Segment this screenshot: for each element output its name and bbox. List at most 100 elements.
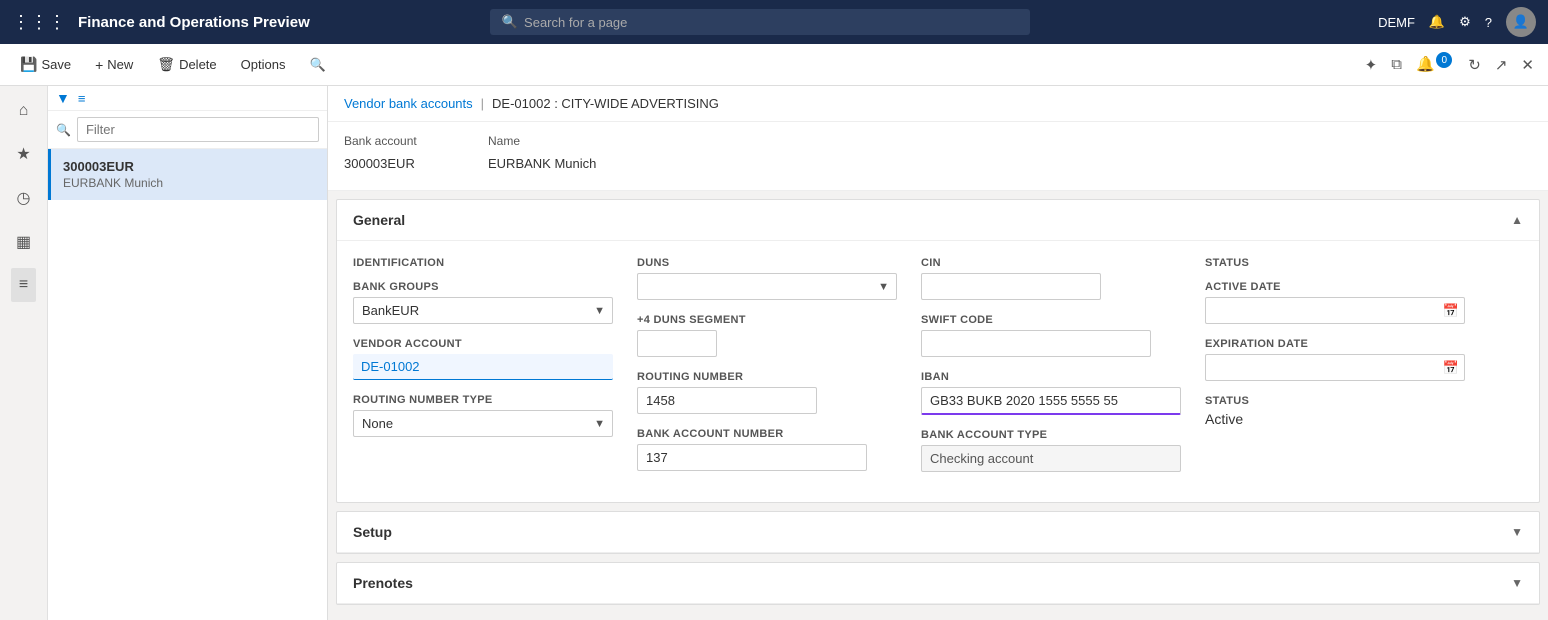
search-icon: 🔍 [502,14,518,30]
swift-group: SWIFT code [921,314,1181,357]
bank-account-number-label: Bank account number [637,428,897,440]
delete-icon: 🗑 [157,56,175,73]
breadcrumb: Vendor bank accounts | DE-01002 : CITY-W… [328,86,1548,122]
expiration-date-calendar-icon[interactable]: 📅 [1443,360,1459,376]
search-bar[interactable]: 🔍 [490,9,1030,35]
filter-input-icon: 🔍 [56,123,71,137]
sidebar-item-home[interactable]: ⌂ [11,94,37,128]
bank-groups-group: Bank groups BankEUR ▼ [353,281,613,324]
vendor-account-input[interactable] [353,354,613,380]
plus-four-input[interactable] [637,330,717,357]
list-item-sub: EURBANK Munich [63,176,315,190]
bank-account-type-input [921,445,1181,472]
refresh-icon[interactable]: ↻ [1464,52,1485,78]
bank-account-field: Bank account [344,134,464,176]
routing-number-label: Routing number [637,371,897,383]
duns-select[interactable] [637,273,897,300]
bank-groups-label: Bank groups [353,281,613,293]
bank-account-number-input[interactable] [637,444,867,471]
sidebar-item-list[interactable]: ≡ [11,268,36,302]
cin-input[interactable] [921,273,1101,300]
delete-button[interactable]: 🗑 Delete [147,51,226,78]
swift-label: SWIFT code [921,314,1181,326]
filter-search-button[interactable]: 🔍 [299,52,335,78]
iban-group: IBAN [921,371,1181,415]
prenotes-section-header[interactable]: Prenotes ▼ [337,563,1539,604]
notification-badge-wrap: 🔔 0 [1412,55,1458,75]
swift-input[interactable] [921,330,1151,357]
general-section-header[interactable]: General ▲ [337,200,1539,241]
sidebar-item-recent[interactable]: ◷ [9,180,39,216]
vendor-account-label: Vendor account [353,338,613,350]
general-section: General ▲ IDENTIFICATION Bank groups Ban… [336,199,1540,503]
nav-right: DEMF 🔔 ⚙ ? 👤 [1378,7,1536,37]
routing-number-input[interactable] [637,387,817,414]
status-title: STATUS [1205,257,1465,269]
close-icon[interactable]: ✕ [1517,52,1538,78]
breadcrumb-parent[interactable]: Vendor bank accounts [344,96,473,111]
setup-section-header[interactable]: Setup ▼ [337,512,1539,553]
name-label: Name [488,134,688,148]
setup-chevron-icon: ▼ [1511,525,1523,539]
setup-section-title: Setup [353,524,392,540]
grid-icon[interactable]: ⋮⋮⋮ [12,12,66,33]
bank-groups-select[interactable]: BankEUR [353,297,613,324]
cin-column: CIN SWIFT code IBAN Bank account [921,257,1181,486]
top-nav: ⋮⋮⋮ Finance and Operations Preview 🔍 DEM… [0,0,1548,44]
status-column: STATUS Active date 📅 Expiration date [1205,257,1465,486]
bank-account-label: Bank account [344,134,464,148]
cin-group: CIN [921,257,1181,300]
alert-icon[interactable]: 🔔 [1412,52,1439,77]
notification-count: 0 [1436,52,1452,68]
side-icons: ⌂ ★ ◷ ▦ ≡ [0,86,48,620]
filter-input[interactable] [77,117,319,142]
breadcrumb-current: DE-01002 : CITY-WIDE ADVERTISING [492,96,719,111]
active-date-label: Active date [1205,281,1465,293]
notification-icon[interactable]: 🔔 [1429,14,1445,30]
iban-input[interactable] [921,387,1181,415]
general-section-title: General [353,212,405,228]
iban-label: IBAN [921,371,1181,383]
list-filter: 🔍 [48,111,327,149]
search-input[interactable] [524,15,1018,30]
filter-icon[interactable]: ▼ [56,90,70,106]
bank-account-input[interactable] [344,152,464,176]
list-order-icon[interactable]: ≡ [78,91,86,106]
bank-account-number-group: Bank account number [637,428,897,471]
active-date-input[interactable] [1205,297,1465,324]
bank-groups-select-wrap: BankEUR ▼ [353,297,613,324]
duns-group: DUNS ▼ [637,257,897,300]
bank-account-type-label: Bank account type [921,429,1181,441]
filter-search-icon: 🔍 [309,57,325,73]
sidebar-item-calendar[interactable]: ▦ [8,224,39,260]
list-panel: ▼ ≡ 🔍 300003EUR EURBANK Munich [48,86,328,620]
expiration-date-input[interactable] [1205,354,1465,381]
list-item[interactable]: 300003EUR EURBANK Munich [48,149,327,200]
form-header: Bank account Name [328,122,1548,191]
routing-number-type-select[interactable]: None ABA SWIFT [353,410,613,437]
toolbar: 💾 Save + New 🗑 Delete Options 🔍 ✦ ⧉ 🔔 0 … [0,44,1548,86]
detail-panel: Vendor bank accounts | DE-01002 : CITY-W… [328,86,1548,620]
cin-label: CIN [921,257,1181,269]
duns-select-wrap: ▼ [637,273,897,300]
sidebar-item-favorites[interactable]: ★ [8,136,38,172]
active-date-group: Active date 📅 [1205,281,1465,324]
new-button[interactable]: + New [85,52,143,78]
name-field: Name [488,134,688,176]
settings-icon[interactable]: ⚙ [1459,14,1471,30]
avatar[interactable]: 👤 [1506,7,1536,37]
prenotes-section-title: Prenotes [353,575,413,591]
options-button[interactable]: Options [231,52,296,77]
active-date-calendar-icon[interactable]: 📅 [1443,303,1459,319]
name-input[interactable] [488,152,688,176]
general-chevron-icon: ▲ [1511,213,1523,227]
split-icon[interactable]: ⧉ [1387,52,1406,77]
identification-column: IDENTIFICATION Bank groups BankEUR ▼ [353,257,613,486]
save-button[interactable]: 💾 Save [10,51,81,78]
identification-title: IDENTIFICATION [353,257,613,269]
open-new-icon[interactable]: ↗ [1491,52,1512,78]
personalize-icon[interactable]: ✦ [1361,52,1382,78]
help-icon[interactable]: ? [1485,15,1492,30]
active-date-wrap: 📅 [1205,297,1465,324]
toolbar-right: ✦ ⧉ 🔔 0 ↻ ↗ ✕ [1361,52,1538,78]
